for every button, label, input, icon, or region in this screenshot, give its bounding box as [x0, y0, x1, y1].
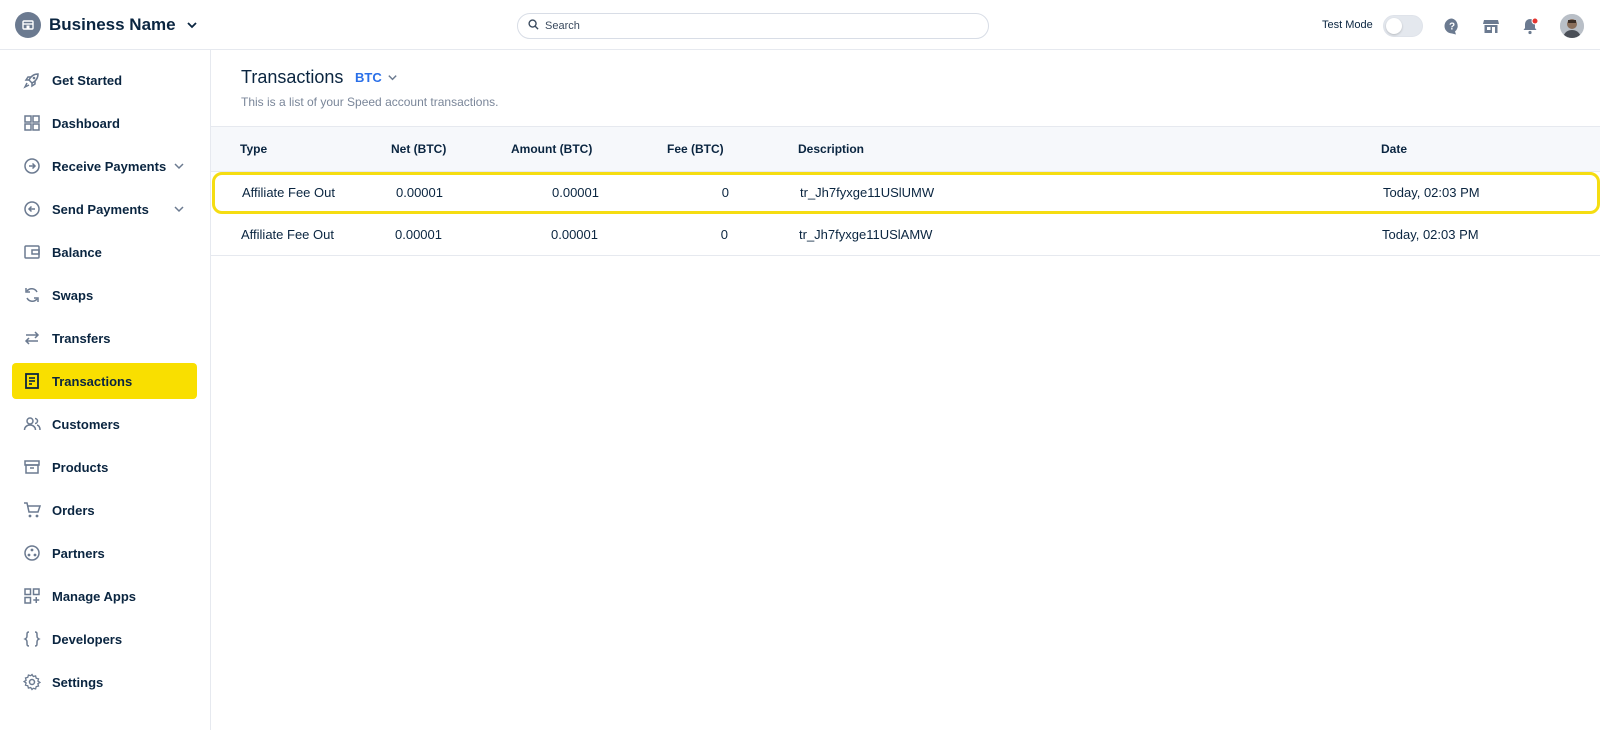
sidebar-item-label: Dashboard [52, 115, 120, 131]
sidebar-item-receive-payments[interactable]: Receive Payments [12, 148, 197, 184]
cell-date: Today, 02:03 PM [1382, 227, 1479, 242]
sidebar-item-label: Receive Payments [52, 158, 167, 174]
column-header-net[interactable]: Net (BTC) [391, 142, 446, 156]
sidebar-item-swaps[interactable]: Swaps [12, 277, 197, 313]
apps-plus-icon [22, 586, 42, 606]
cell-amount: 0.00001 [552, 185, 599, 200]
sidebar-item-customers[interactable]: Customers [12, 406, 197, 442]
business-switcher[interactable]: Business Name [15, 12, 198, 38]
archive-box-icon [22, 457, 42, 477]
chevron-down-icon[interactable] [173, 202, 185, 220]
cell-fee: 0 [720, 227, 728, 242]
currency-label[interactable]: BTC [355, 70, 382, 85]
column-header-date[interactable]: Date [1381, 142, 1407, 156]
sidebar-item-label: Swaps [52, 287, 94, 303]
store-icon[interactable] [1480, 15, 1502, 37]
table-header: Type Net (BTC) Amount (BTC) Fee (BTC) De… [211, 126, 1600, 172]
sidebar-item-label: Partners [52, 545, 105, 561]
sidebar-item-label: Transfers [52, 330, 111, 346]
sidebar-item-send-payments[interactable]: Send Payments [12, 191, 197, 227]
column-header-type[interactable]: Type [240, 142, 267, 156]
search-bar[interactable] [517, 13, 989, 39]
sidebar-item-label: Orders [52, 502, 95, 518]
gear-icon [22, 672, 42, 692]
users-icon [22, 414, 42, 434]
top-bar: Business Name Test Mode ? [0, 0, 1600, 50]
sidebar-item-products[interactable]: Products [12, 449, 197, 485]
cell-fee: 0 [721, 185, 729, 200]
cell-date: Today, 02:03 PM [1383, 185, 1480, 200]
page-title: Transactions [241, 67, 344, 87]
currency-selector[interactable]: BTC [355, 70, 398, 85]
help-icon[interactable]: ? [1441, 15, 1463, 37]
search-icon [528, 17, 539, 35]
test-mode-toggle[interactable] [1383, 15, 1423, 37]
sidebar-item-label: Balance [52, 244, 102, 260]
table-row[interactable]: Affiliate Fee Out 0.00001 0.00001 0 tr_J… [212, 172, 1600, 214]
sidebar-item-label: Developers [52, 631, 123, 647]
notification-bell-icon[interactable] [1519, 15, 1541, 37]
cell-type: Affiliate Fee Out [241, 227, 334, 242]
cart-icon [22, 500, 42, 520]
transactions-table: Type Net (BTC) Amount (BTC) Fee (BTC) De… [211, 126, 1600, 256]
code-braces-icon [22, 629, 42, 649]
business-name[interactable]: Business Name [49, 15, 176, 35]
wallet-icon [22, 242, 42, 262]
sidebar-item-transfers[interactable]: Transfers [12, 320, 197, 356]
rocket-icon [22, 70, 42, 90]
sidebar-item-transactions[interactable]: Transactions [12, 363, 197, 399]
sidebar-item-orders[interactable]: Orders [12, 492, 197, 528]
column-header-description[interactable]: Description [798, 142, 864, 156]
transfer-arrows-icon [22, 328, 42, 348]
toggle-knob [1386, 18, 1402, 34]
page-subtitle: This is a list of your Speed account tra… [241, 95, 499, 109]
sidebar-item-manage-apps[interactable]: Manage Apps [12, 578, 197, 614]
cell-type: Affiliate Fee Out [242, 185, 335, 200]
main-content: Transactions BTC This is a list of your … [211, 50, 1600, 730]
column-header-amount[interactable]: Amount (BTC) [511, 142, 592, 156]
cell-description: tr_Jh7fyxge11USlUMW [800, 185, 935, 200]
sidebar-item-label: Customers [52, 416, 120, 432]
sidebar-item-developers[interactable]: Developers [12, 621, 197, 657]
test-mode-label: Test Mode [1322, 19, 1373, 31]
business-logo-icon [15, 12, 41, 38]
sidebar-item-balance[interactable]: Balance [12, 234, 197, 270]
search-input[interactable] [545, 20, 965, 32]
user-avatar[interactable] [1560, 14, 1584, 38]
chevron-down-icon[interactable] [387, 72, 398, 83]
column-header-fee[interactable]: Fee (BTC) [667, 142, 724, 156]
sidebar-item-label: Transactions [52, 373, 133, 389]
sidebar-item-label: Send Payments [52, 201, 149, 217]
svg-text:?: ? [1449, 22, 1455, 33]
sidebar-item-partners[interactable]: Partners [12, 535, 197, 571]
sidebar-item-label: Manage Apps [52, 588, 137, 604]
cell-net: 0.00001 [396, 185, 443, 200]
receive-arrow-icon [22, 156, 42, 176]
receipt-icon [22, 371, 42, 391]
chevron-down-icon[interactable] [173, 159, 185, 177]
sidebar-item-dashboard[interactable]: Dashboard [12, 105, 197, 141]
partners-icon [22, 543, 42, 563]
sidebar-item-label: Settings [52, 674, 104, 690]
cell-net: 0.00001 [395, 227, 442, 242]
cell-amount: 0.00001 [551, 227, 598, 242]
sidebar-item-settings[interactable]: Settings [12, 664, 197, 700]
swap-icon [22, 285, 42, 305]
chevron-down-icon[interactable] [186, 19, 198, 31]
sidebar: Get Started Dashboard Receive Payments S… [0, 50, 211, 730]
send-arrow-icon [22, 199, 42, 219]
sidebar-item-label: Get Started [52, 72, 123, 88]
sidebar-item-get-started[interactable]: Get Started [12, 62, 197, 98]
cell-description: tr_Jh7fyxge11USlAMW [799, 227, 933, 242]
grid-icon [22, 113, 42, 133]
sidebar-item-label: Products [52, 459, 109, 475]
table-row[interactable]: Affiliate Fee Out 0.00001 0.00001 0 tr_J… [211, 214, 1600, 256]
